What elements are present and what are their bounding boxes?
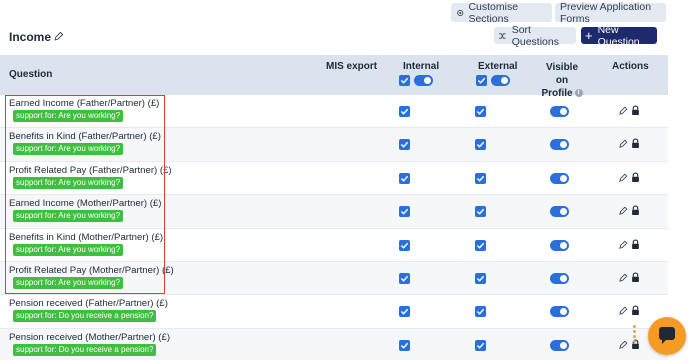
internal-bulk-toggle[interactable]: [414, 75, 433, 86]
table-row: Earned Income (Mother/Partner) (£) suppo…: [0, 195, 668, 229]
top-toolbar: Customise Sections Preview Application F…: [0, 0, 688, 26]
question-label[interactable]: Profit Related Pay (Mother/Partner) (£): [9, 265, 174, 276]
visible-on-profile-toggle[interactable]: [550, 172, 569, 184]
internal-checkbox[interactable]: [399, 172, 410, 184]
lock-icon[interactable]: [631, 172, 640, 183]
support-badge: support for: Are you working?: [13, 276, 124, 289]
external-checkbox[interactable]: [475, 206, 486, 218]
visible-on-profile-toggle[interactable]: [550, 339, 569, 351]
table-row: Pension received (Father/Partner) (£) su…: [0, 295, 668, 329]
plus-icon: +: [585, 28, 593, 43]
pencil-icon[interactable]: [53, 31, 64, 42]
chat-icon: [659, 327, 675, 344]
internal-checkbox[interactable]: [399, 239, 410, 251]
pencil-icon[interactable]: [618, 240, 628, 250]
column-header-external: External: [478, 61, 518, 72]
table-row: Benefits in Kind (Father/Partner) (£) su…: [0, 128, 668, 162]
lock-icon[interactable]: [631, 105, 640, 116]
pencil-icon[interactable]: [618, 106, 628, 116]
visible-on-profile-toggle[interactable]: [550, 272, 569, 284]
external-bulk-controls: [476, 75, 510, 86]
sort-questions-button[interactable]: Sort Questions: [494, 24, 576, 48]
question-label[interactable]: Profit Related Pay (Father/Partner) (£): [9, 165, 172, 176]
table-row: Profit Related Pay (Mother/Partner) (£) …: [0, 261, 668, 296]
external-bulk-toggle[interactable]: [491, 75, 510, 86]
external-checkbox[interactable]: [475, 172, 486, 184]
external-select-all-checkbox[interactable]: [476, 75, 487, 86]
internal-checkbox[interactable]: [399, 139, 410, 151]
column-header-internal: Internal: [403, 61, 440, 72]
sort-questions-label: Sort Questions: [511, 23, 559, 48]
table-row: Pension received (Mother/Partner) (£) su…: [0, 328, 668, 360]
new-question-button[interactable]: + New Question: [581, 24, 657, 48]
table-row: Earned Income (Father/Partner) (£) suppo…: [0, 95, 668, 129]
support-badge: support for: Are you working?: [13, 243, 124, 256]
table-row: Profit Related Pay (Father/Partner) (£) …: [0, 162, 668, 196]
external-checkbox[interactable]: [475, 272, 486, 284]
internal-checkbox[interactable]: [399, 339, 410, 351]
column-header-mis-export: MIS export: [326, 61, 378, 72]
visible-on-profile-label: Visible on Profile: [541, 62, 579, 99]
pencil-icon[interactable]: [618, 306, 628, 316]
question-label[interactable]: Benefits in Kind (Mother/Partner) (£): [9, 232, 163, 243]
lock-icon[interactable]: [631, 272, 640, 283]
table-row: Benefits in Kind (Mother/Partner) (£) su…: [0, 229, 668, 262]
lock-icon[interactable]: [631, 138, 640, 149]
gear-icon: [457, 9, 464, 16]
pencil-icon[interactable]: [618, 340, 628, 350]
pencil-icon[interactable]: [618, 273, 628, 283]
column-header-actions: Actions: [612, 61, 649, 72]
support-badge: support for: Are you working?: [13, 110, 124, 122]
customise-sections-button[interactable]: Customise Sections: [451, 0, 552, 25]
external-checkbox[interactable]: [475, 106, 486, 117]
pencil-icon[interactable]: [618, 173, 628, 183]
external-checkbox[interactable]: [475, 306, 486, 318]
preview-application-forms-label: Preview Application Forms: [560, 0, 652, 25]
internal-checkbox[interactable]: [399, 306, 410, 318]
lock-icon[interactable]: [631, 305, 640, 316]
question-label[interactable]: Pension received (Father/Partner) (£): [9, 298, 168, 309]
chat-launcher-button[interactable]: [648, 317, 686, 355]
external-checkbox[interactable]: [475, 139, 486, 151]
pencil-icon[interactable]: [618, 206, 628, 216]
visible-on-profile-toggle[interactable]: [550, 139, 569, 151]
external-checkbox[interactable]: [475, 239, 486, 251]
visible-on-profile-toggle[interactable]: [550, 306, 569, 318]
support-badge: support for: Do you receive a pension?: [13, 343, 157, 356]
section-title: Income: [9, 30, 52, 44]
internal-select-all-checkbox[interactable]: [399, 75, 410, 86]
support-badge: support for: Are you working?: [13, 143, 124, 156]
internal-bulk-controls: [399, 75, 433, 86]
internal-checkbox[interactable]: [399, 106, 410, 117]
question-label[interactable]: Pension received (Mother/Partner) (£): [9, 332, 170, 343]
lock-icon[interactable]: [631, 239, 640, 250]
internal-checkbox[interactable]: [399, 206, 410, 218]
question-table-body: Earned Income (Father/Partner) (£) suppo…: [0, 95, 668, 360]
table-header: Question MIS export Internal External Vi…: [0, 55, 668, 99]
visible-on-profile-toggle[interactable]: [550, 206, 569, 218]
lock-icon[interactable]: [631, 205, 640, 216]
internal-checkbox[interactable]: [399, 272, 410, 284]
support-badge: support for: Do you receive a pension?: [13, 310, 157, 323]
external-checkbox[interactable]: [475, 339, 486, 351]
shuffle-icon: [499, 32, 506, 39]
support-badge: support for: Are you working?: [13, 176, 124, 189]
preview-application-forms-button[interactable]: Preview Application Forms: [555, 0, 666, 25]
support-badge: support for: Are you working?: [13, 210, 124, 223]
pencil-icon[interactable]: [618, 139, 628, 149]
customise-sections-label: Customise Sections: [468, 0, 519, 25]
question-label[interactable]: Earned Income (Mother/Partner) (£): [9, 198, 162, 209]
question-label[interactable]: Benefits in Kind (Father/Partner) (£): [9, 131, 161, 142]
drag-handle[interactable]: [633, 325, 639, 345]
new-question-label: New Question: [597, 23, 640, 48]
visible-on-profile-toggle[interactable]: [550, 239, 569, 251]
column-header-question: Question: [9, 69, 53, 80]
visible-on-profile-toggle[interactable]: [550, 106, 569, 117]
question-label[interactable]: Earned Income (Father/Partner) (£): [9, 98, 159, 109]
section-header: Income Sort Questions + New Question: [0, 24, 688, 55]
